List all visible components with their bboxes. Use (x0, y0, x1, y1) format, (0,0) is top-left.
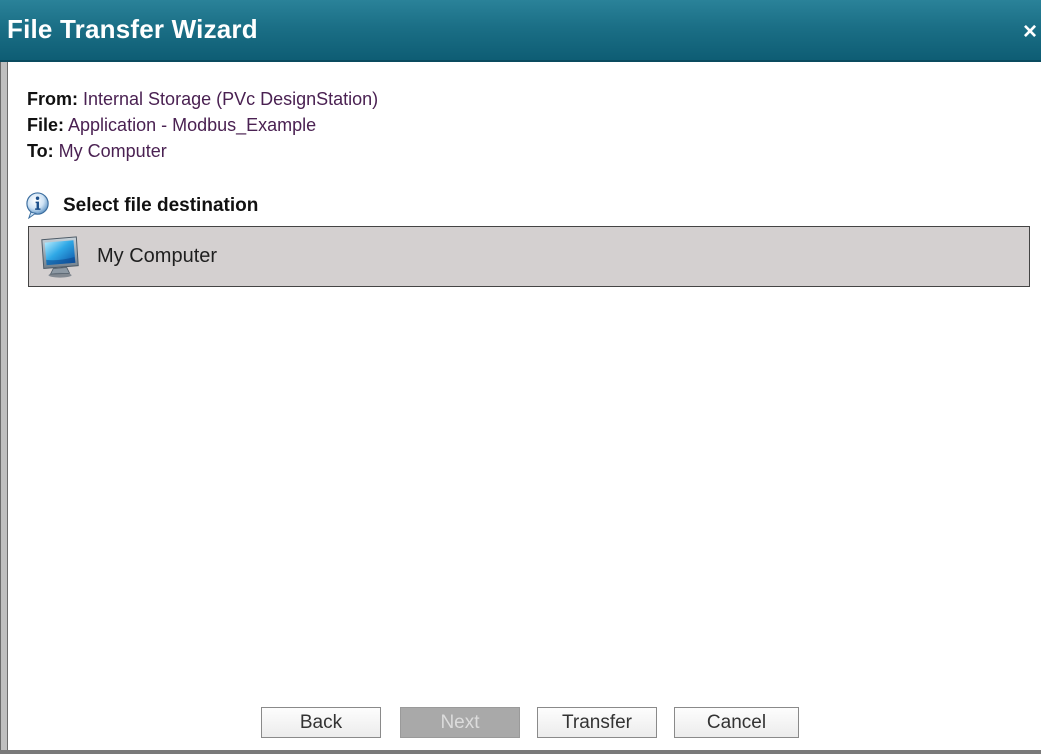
wizard-button-bar: Back Next Transfer Cancel (0, 707, 1041, 738)
transfer-summary: From: Internal Storage (PVc DesignStatio… (27, 86, 378, 164)
next-button[interactable]: Next (400, 707, 520, 738)
close-icon[interactable]: × (1023, 20, 1041, 46)
window-frame-bottom (0, 750, 1041, 754)
cancel-button[interactable]: Cancel (674, 707, 799, 738)
monitor-icon (41, 235, 79, 278)
to-label: To: (27, 141, 54, 161)
file-value: Application - Modbus_Example (68, 115, 317, 135)
destination-item-my-computer[interactable]: My Computer (29, 227, 1029, 286)
window-title: File Transfer Wizard (7, 14, 258, 44)
file-line: File: Application - Modbus_Example (27, 112, 378, 138)
destination-list: My Computer (28, 226, 1030, 287)
from-line: From: Internal Storage (PVc DesignStatio… (27, 86, 378, 112)
info-icon (26, 192, 49, 219)
file-label: File: (27, 115, 65, 135)
from-value: Internal Storage (PVc DesignStation) (83, 89, 379, 109)
transfer-button[interactable]: Transfer (537, 707, 657, 738)
destination-item-label: My Computer (97, 245, 218, 267)
title-bar[interactable]: File Transfer Wizard × (0, 0, 1041, 62)
from-label: From: (27, 89, 78, 109)
to-value: My Computer (58, 141, 167, 161)
file-transfer-wizard-dialog: File Transfer Wizard × From: Internal St… (0, 0, 1041, 754)
destination-heading-text: Select file destination (63, 194, 259, 216)
destination-heading: Select file destination (25, 192, 258, 219)
back-button[interactable]: Back (261, 707, 381, 738)
window-frame-left (0, 62, 8, 754)
to-line: To: My Computer (27, 138, 378, 164)
